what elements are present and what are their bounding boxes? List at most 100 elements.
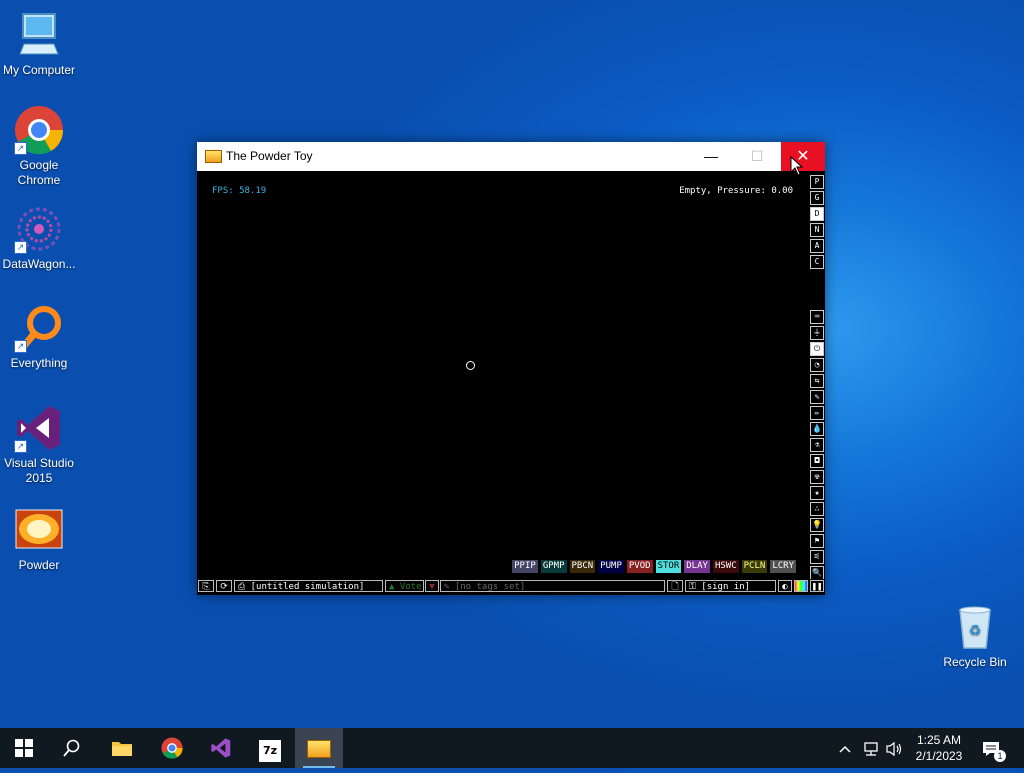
- window-title: The Powder Toy: [226, 149, 313, 163]
- taskbar-powder-toy[interactable]: [295, 728, 343, 768]
- element-button-ppip[interactable]: PPIP: [512, 560, 538, 573]
- sidebar-category-8-icon[interactable]: ⚗: [810, 438, 824, 452]
- taskbar-clock[interactable]: 1:25 AM 2/1/2023: [905, 732, 973, 764]
- render-options-button[interactable]: [794, 580, 808, 592]
- powder-toy-window: The Powder Toy — ☐ ✕ FPS: 58.19 Empty, P…: [197, 142, 825, 595]
- minimize-button[interactable]: —: [688, 142, 734, 171]
- element-button-pump[interactable]: PUMP: [598, 560, 624, 573]
- shortcut-arrow-icon: ↗: [14, 340, 27, 353]
- sidebar-mode-d[interactable]: D: [810, 207, 824, 221]
- pause-button[interactable]: ❚❚: [810, 580, 824, 592]
- desktop-icon-label: My Computer: [2, 63, 76, 77]
- notification-count: 1: [994, 750, 1006, 762]
- magnifier-icon: ↗: [14, 303, 64, 353]
- sign-in-label: [sign in]: [701, 582, 751, 592]
- desktop-icon-my-computer[interactable]: My Computer: [0, 10, 78, 78]
- show-hidden-icons-button[interactable]: [838, 728, 852, 768]
- simulation-canvas[interactable]: FPS: 58.19 Empty, Pressure: 0.00 PPIP GPM…: [197, 172, 808, 578]
- sidebar-category-4-icon[interactable]: ⇆: [810, 374, 824, 388]
- search-button[interactable]: [48, 728, 96, 768]
- element-button-dlay[interactable]: DLAY: [684, 560, 710, 573]
- tool-sidebar: P G D N A C ⌨ ⏚ ⏻ ◔ ⇆ ✎ ✏ 💧 ⚗ ◘ ☢ ★ ∴ 💡 ⚑ ⚟ 🔍: [809, 172, 825, 595]
- open-save-button[interactable]: ⎘: [198, 580, 214, 592]
- vote-label: Vote: [399, 582, 422, 592]
- network-button[interactable]: [862, 728, 880, 768]
- sidebar-mode-a[interactable]: A: [810, 239, 824, 253]
- sidebar-category-10-icon[interactable]: ☢: [810, 470, 824, 484]
- sidebar-category-6-icon[interactable]: ✏: [810, 406, 824, 420]
- clear-sim-button[interactable]: 🗋: [667, 580, 683, 592]
- action-center-button[interactable]: 1: [982, 728, 1006, 768]
- sidebar-category-13-icon[interactable]: 💡: [810, 518, 824, 532]
- taskbar-visual-studio[interactable]: [197, 728, 245, 768]
- element-button-lcry[interactable]: LCRY: [770, 560, 796, 573]
- network-icon: [864, 742, 878, 756]
- chrome-icon: ↗: [14, 105, 64, 155]
- element-button-pvod[interactable]: PVOD: [626, 560, 653, 573]
- speaker-icon: [886, 742, 902, 757]
- volume-button[interactable]: [885, 728, 903, 768]
- reload-button[interactable]: ⟳: [216, 580, 232, 592]
- element-button-gpmp[interactable]: GPMP: [540, 560, 567, 573]
- desktop-icon-label: Recycle Bin: [943, 655, 1007, 669]
- desktop-icon-label: DataWagon...: [2, 257, 76, 271]
- sidebar-category-1-icon[interactable]: ⏚: [810, 326, 824, 340]
- shortcut-arrow-icon: ↗: [14, 142, 27, 155]
- taskbar-7zip[interactable]: 7z: [246, 728, 294, 768]
- desktop-icon-recycle-bin[interactable]: ♻ Recycle Bin: [940, 602, 1010, 670]
- folder-icon: [112, 742, 132, 756]
- chevron-up-icon: [839, 746, 851, 753]
- sidebar-category-0-icon[interactable]: ⌨: [810, 310, 824, 324]
- vote-down-button[interactable]: ▼: [425, 580, 439, 592]
- sidebar-category-16-icon[interactable]: 🔍: [810, 566, 824, 580]
- sidebar-category-9-icon[interactable]: ◘: [810, 454, 824, 468]
- sidebar-category-14-icon[interactable]: ⚑: [810, 534, 824, 548]
- save-simulation-button[interactable]: ⎙ [untitled simulation]: [234, 580, 383, 592]
- desktop-icon-chrome[interactable]: ↗ Google Chrome: [0, 105, 78, 188]
- sidebar-mode-n[interactable]: N: [810, 223, 824, 237]
- simulation-name: [untitled simulation]: [250, 582, 365, 592]
- desktop-icon-everything[interactable]: ↗ Everything: [0, 303, 78, 371]
- tags-field[interactable]: ✎ [no tags set]: [440, 580, 665, 592]
- tag-icon: ✎: [444, 582, 450, 592]
- element-button-hswc[interactable]: HSWC: [712, 560, 739, 573]
- taskbar: 7z 1:25 AM 2/1/2023 1: [0, 728, 1024, 768]
- desktop-icon-label: Visual Studio 2015: [4, 456, 74, 485]
- vote-up-icon: ▲: [389, 582, 395, 592]
- visual-studio-icon: [211, 738, 231, 758]
- clock-time: 1:25 AM: [916, 733, 962, 747]
- sidebar-category-12-icon[interactable]: ∴: [810, 502, 824, 516]
- shortcut-arrow-icon: ↗: [14, 241, 27, 254]
- sign-in-button[interactable]: ⚿ [sign in]: [685, 580, 776, 592]
- settings-button[interactable]: ◐: [778, 580, 792, 592]
- element-button-pbcn[interactable]: PBCN: [569, 560, 596, 573]
- desktop-icon-visual-studio[interactable]: ↗ Visual Studio 2015: [0, 403, 78, 486]
- maximize-button[interactable]: ☐: [734, 142, 780, 171]
- sidebar-category-11-icon[interactable]: ★: [810, 486, 824, 500]
- element-button-pcln[interactable]: PCLN: [741, 560, 768, 573]
- start-button[interactable]: [0, 728, 48, 768]
- element-palette: PPIP GPMP PBCN PUMP PVOD STOR DLAY HSWC PCLN LCRY: [512, 560, 796, 573]
- window-titlebar[interactable]: The Powder Toy — ☐ ✕: [197, 142, 825, 171]
- mouse-pointer-icon: [790, 156, 804, 176]
- svg-text:♻: ♻: [969, 622, 982, 638]
- sidebar-category-15-icon[interactable]: ⚟: [810, 550, 824, 564]
- sidebar-mode-c[interactable]: C: [810, 255, 824, 269]
- element-button-stor[interactable]: STOR: [655, 560, 682, 573]
- computer-icon: [14, 10, 64, 60]
- sidebar-mode-p[interactable]: P: [810, 175, 824, 189]
- sidebar-category-5-icon[interactable]: ✎: [810, 390, 824, 404]
- desktop-icon-datawagon[interactable]: ↗ DataWagon...: [0, 204, 78, 272]
- sidebar-category-2-icon[interactable]: ⏻: [810, 342, 824, 356]
- vote-up-button[interactable]: ▲ Vote: [385, 580, 424, 592]
- powder-toy-icon: [307, 740, 331, 758]
- search-icon: [63, 739, 80, 757]
- sidebar-category-3-icon[interactable]: ◔: [810, 358, 824, 372]
- taskbar-file-explorer[interactable]: [98, 728, 146, 768]
- taskbar-chrome[interactable]: [148, 728, 196, 768]
- sidebar-category-7-icon[interactable]: 💧: [810, 422, 824, 436]
- desktop-icon-powder[interactable]: Powder: [0, 505, 78, 573]
- powder-toy-icon: [14, 505, 64, 555]
- sidebar-mode-g[interactable]: G: [810, 191, 824, 205]
- visual-studio-icon: ↗: [14, 403, 64, 453]
